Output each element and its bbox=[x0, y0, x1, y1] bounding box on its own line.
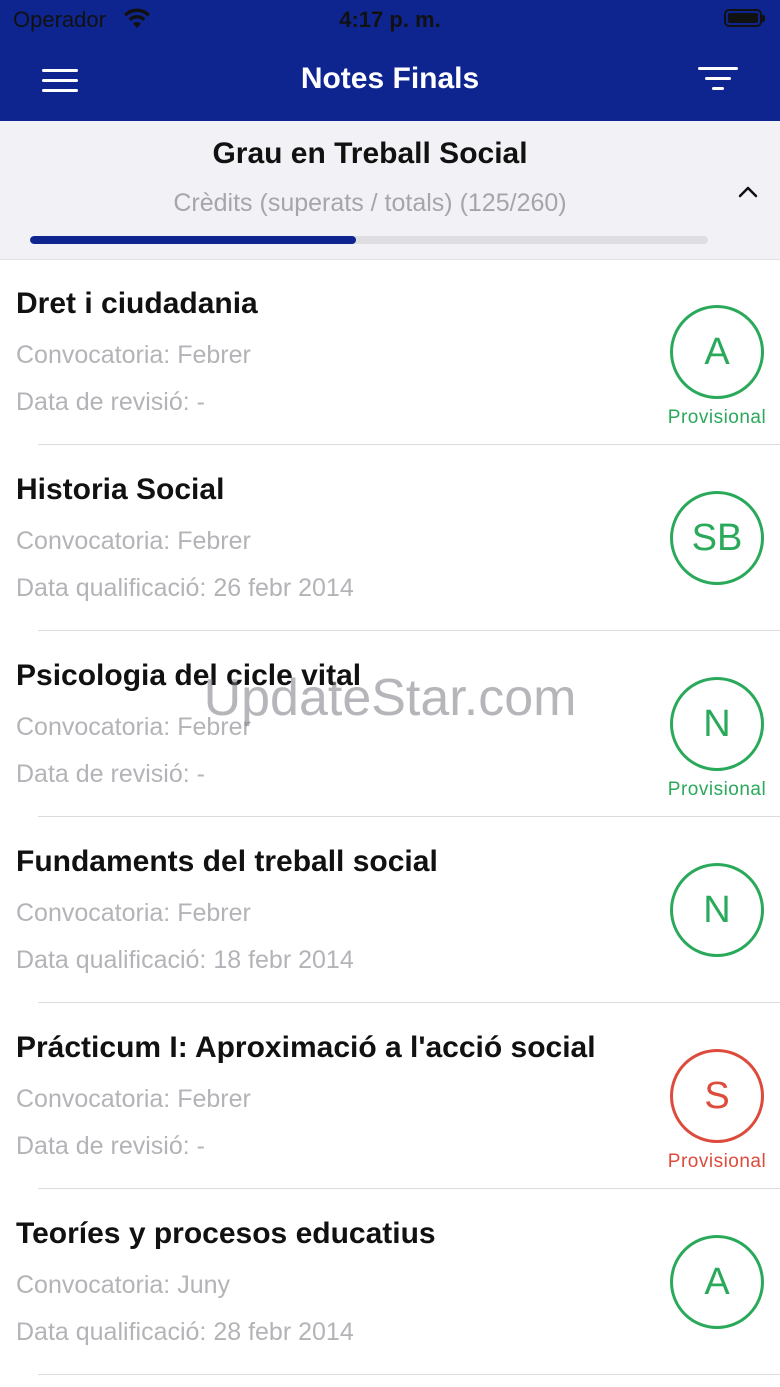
subject-title: Dret i ciudadania bbox=[16, 287, 258, 320]
list-item[interactable]: Fundaments del treball social Convocatori… bbox=[0, 817, 780, 1003]
subject-session: Convocatoria: Febrer bbox=[16, 1085, 251, 1113]
list-item[interactable]: Dret i ciudadania Convocatoria: Febrer Dat… bbox=[0, 259, 780, 445]
grade-status-label: Provisional bbox=[667, 1151, 767, 1172]
grade-badge: SB bbox=[670, 491, 764, 585]
subject-date: Data de revisió: - bbox=[16, 1132, 205, 1160]
subject-date: Data qualificació: 28 febr 2014 bbox=[16, 1318, 354, 1346]
subject-date: Data qualificació: 18 febr 2014 bbox=[16, 946, 354, 974]
subject-session: Convocatoria: Febrer bbox=[16, 341, 251, 369]
subject-date: Data de revisió: - bbox=[16, 388, 205, 416]
grade-badge: S bbox=[670, 1049, 764, 1143]
subject-date: Data de revisió: - bbox=[16, 760, 205, 788]
subject-title: Teoríes y procesos educatius bbox=[16, 1217, 436, 1250]
filter-icon[interactable] bbox=[698, 67, 738, 95]
credits-progress-fill bbox=[30, 236, 356, 244]
status-bar: Operador 4:17 p. m. bbox=[0, 0, 780, 40]
list-item[interactable]: Teoríes y procesos educatius Convocatoria… bbox=[0, 1189, 780, 1375]
grade-badge: A bbox=[670, 305, 764, 399]
battery-icon bbox=[724, 9, 765, 27]
grade-badge: A bbox=[670, 1235, 764, 1329]
subject-session: Convocatoria: Febrer bbox=[16, 899, 251, 927]
grade-badge: N bbox=[670, 677, 764, 771]
credits-label: Crèdits (superats / totals) (125/260) bbox=[173, 189, 567, 217]
degree-title: Grau en Treball Social bbox=[212, 137, 528, 170]
credits-progress-bar bbox=[30, 236, 708, 244]
grade-status-label: Provisional bbox=[667, 779, 767, 800]
hamburger-menu-icon[interactable] bbox=[42, 69, 78, 93]
subject-title: Prácticum I: Aproximació a l'acció socia… bbox=[16, 1031, 596, 1064]
row-separator bbox=[38, 1374, 780, 1375]
subject-session: Convocatoria: Juny bbox=[16, 1271, 231, 1299]
list-item[interactable]: Prácticum I: Aproximació a l'acció socia… bbox=[0, 1003, 780, 1189]
list-item[interactable]: Psicologia del cicle vital Convocatoria: … bbox=[0, 631, 780, 817]
clock: 4:17 p. m. bbox=[339, 7, 441, 32]
subject-title: Historia Social bbox=[16, 473, 225, 506]
page-title: Notes Finals bbox=[300, 62, 480, 95]
list-item[interactable]: Historia Social Convocatoria: Febrer Data … bbox=[0, 445, 780, 631]
degree-summary: Grau en Treball Social Crèdits (superats… bbox=[0, 121, 780, 260]
subject-title: Psicologia del cicle vital bbox=[16, 659, 362, 692]
grade-status-label: Provisional bbox=[667, 407, 767, 428]
grade-badge: N bbox=[670, 863, 764, 957]
chevron-up-icon[interactable] bbox=[736, 181, 760, 201]
navigation-bar: Notes Finals bbox=[0, 40, 780, 121]
subject-list: Dret i ciudadania Convocatoria: Febrer Dat… bbox=[0, 259, 780, 1375]
subject-title: Fundaments del treball social bbox=[16, 845, 438, 878]
subject-date: Data qualificació: 26 febr 2014 bbox=[16, 574, 354, 602]
subject-session: Convocatoria: Febrer bbox=[16, 527, 251, 555]
subject-session: Convocatoria: Febrer bbox=[16, 713, 251, 741]
